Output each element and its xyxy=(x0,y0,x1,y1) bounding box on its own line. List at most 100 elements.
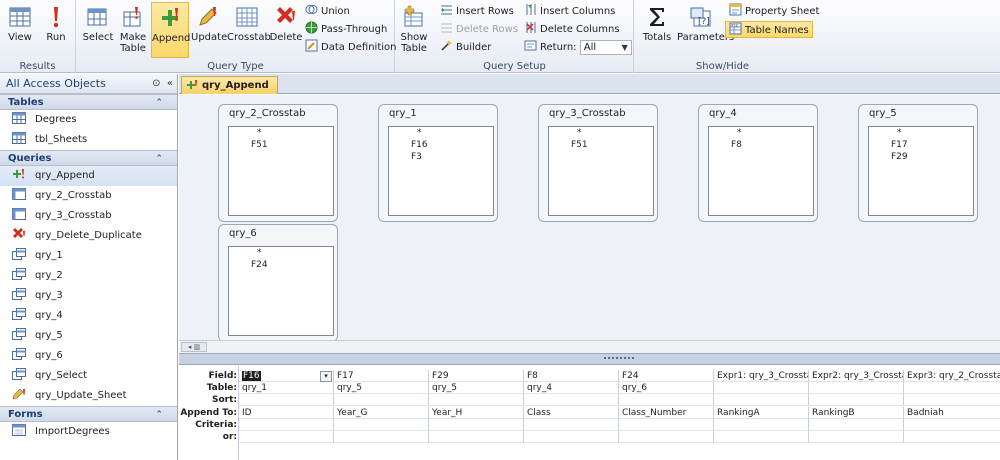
field-list-item[interactable]: F51 xyxy=(549,139,653,151)
field-list-qry-1[interactable]: qry_1 * F16 F3 xyxy=(378,104,498,222)
grid-criteria-cell[interactable] xyxy=(619,419,714,431)
grid-sort-cell[interactable] xyxy=(334,394,429,406)
grid-append-to-cell[interactable]: Year_H xyxy=(429,407,524,419)
grid-field-cell[interactable]: Expr2: qry_3_Crosstab xyxy=(809,370,904,382)
view-button[interactable]: View xyxy=(4,2,36,58)
grid-sort-cell[interactable] xyxy=(809,394,904,406)
union-button[interactable]: Union xyxy=(305,3,350,20)
nav-item-qry-3-crosstab[interactable]: qry_3_Crosstab xyxy=(0,206,177,226)
nav-item-qry-5[interactable]: qry_5 xyxy=(0,326,177,346)
grid-field-cell[interactable]: F24 xyxy=(619,370,714,382)
nav-item-qry-6[interactable]: qry_6 xyxy=(0,346,177,366)
field-list-item[interactable]: F24 xyxy=(229,259,333,271)
field-list-title[interactable]: qry_1 xyxy=(379,105,497,123)
field-list-title[interactable]: qry_6 xyxy=(219,225,337,243)
nav-item-qry-1[interactable]: qry_1 xyxy=(0,246,177,266)
grid-table-cell[interactable] xyxy=(809,382,904,394)
grid-or-cell[interactable] xyxy=(429,431,524,443)
grid-criteria-cell[interactable] xyxy=(714,419,809,431)
grid-append-to-cell[interactable]: Class_Number xyxy=(619,407,714,419)
grid-append-to-cell[interactable]: Badniah xyxy=(904,407,1000,419)
grid-or-cell[interactable] xyxy=(904,431,1000,443)
crosstab-query-button[interactable]: Crosstab xyxy=(227,2,271,58)
select-query-button[interactable]: Select xyxy=(81,2,115,58)
grid-or-cell[interactable] xyxy=(714,431,809,443)
nav-item-qry-delete-duplicate[interactable]: qry_Delete_Duplicate xyxy=(0,226,177,246)
field-list-item[interactable]: F8 xyxy=(709,139,813,151)
field-list-item[interactable]: * xyxy=(389,127,493,139)
parameters-button[interactable]: [?] Parameters xyxy=(677,2,734,58)
grid-table-cell[interactable]: qry_1 xyxy=(239,382,334,394)
grid-field-cell[interactable]: Expr1: qry_3_Crosstab xyxy=(714,370,809,382)
delete-columns-button[interactable]: Delete Columns xyxy=(524,21,620,38)
grid-or-cell[interactable] xyxy=(809,431,904,443)
field-list-item[interactable]: * xyxy=(869,127,973,139)
field-list-qry-2-crosstab[interactable]: qry_2_Crosstab * F51 xyxy=(218,104,338,222)
chevron-down-icon[interactable]: ▾ xyxy=(320,371,332,382)
nav-item-degrees[interactable]: Degrees xyxy=(0,110,177,130)
nav-item-qry-append[interactable]: qry_Append xyxy=(0,166,177,186)
shutter-bar-close-icon[interactable]: « xyxy=(167,78,173,89)
grid-criteria-cell[interactable] xyxy=(334,419,429,431)
field-list-title[interactable]: qry_2_Crosstab xyxy=(219,105,337,123)
grid-criteria-cell[interactable] xyxy=(239,419,334,431)
nav-section-tables[interactable]: Tables ⌃ xyxy=(0,94,177,110)
field-list-qry-4[interactable]: qry_4 * F8 xyxy=(698,104,818,222)
delete-query-button[interactable]: Delete xyxy=(269,2,303,58)
append-query-button[interactable]: Append xyxy=(151,2,190,58)
grid-field-cell[interactable]: F29 xyxy=(429,370,524,382)
table-names-button[interactable]: XYZ Table Names xyxy=(725,21,813,38)
field-list-item[interactable]: * xyxy=(229,247,333,259)
grid-table-cell[interactable]: qry_5 xyxy=(334,382,429,394)
grid-field-cell[interactable]: F8 xyxy=(524,370,619,382)
nav-item-qry-2[interactable]: qry_2 xyxy=(0,266,177,286)
delete-rows-button[interactable]: Delete Rows xyxy=(440,21,518,38)
pane-splitter[interactable] xyxy=(179,353,1000,365)
nav-item-qry-4[interactable]: qry_4 xyxy=(0,306,177,326)
grid-append-to-cell[interactable]: Year_G xyxy=(334,407,429,419)
nav-section-queries[interactable]: Queries ⌃ xyxy=(0,150,177,166)
nav-section-forms[interactable]: Forms ⌃ xyxy=(0,406,177,422)
nav-menu-chevron-icon[interactable]: ⊙ xyxy=(152,78,160,89)
grid-or-cell[interactable] xyxy=(524,431,619,443)
grid-append-to-cell[interactable]: RankingB xyxy=(809,407,904,419)
grid-or-cell[interactable] xyxy=(619,431,714,443)
return-dropdown[interactable]: All ▼ xyxy=(579,39,632,55)
nav-item-importdegrees[interactable]: ImportDegrees xyxy=(0,422,177,442)
nav-item-qry-update-sheet[interactable]: qry_Update_Sheet xyxy=(0,386,177,406)
field-list-qry-3-crosstab[interactable]: qry_3_Crosstab * F51 xyxy=(538,104,658,222)
data-definition-button[interactable]: Data Definition xyxy=(305,39,396,56)
field-list-item[interactable]: F16 xyxy=(389,139,493,151)
grid-criteria-cell[interactable] xyxy=(809,419,904,431)
field-list-item[interactable]: * xyxy=(709,127,813,139)
field-list-item[interactable]: F51 xyxy=(229,139,333,151)
grid-sort-cell[interactable] xyxy=(524,394,619,406)
grid-or-cell[interactable] xyxy=(239,431,334,443)
make-table-button[interactable]: Make Table xyxy=(117,2,149,58)
grid-table-cell[interactable]: qry_5 xyxy=(429,382,524,394)
totals-button[interactable]: Totals xyxy=(639,2,675,58)
run-button[interactable]: Run xyxy=(40,2,72,58)
nav-item-qry-2-crosstab[interactable]: qry_2_Crosstab xyxy=(0,186,177,206)
grid-append-to-cell[interactable]: ID xyxy=(239,407,334,419)
grid-field-cell[interactable]: F17 xyxy=(334,370,429,382)
field-list-item[interactable]: F29 xyxy=(869,151,973,163)
grid-sort-cell[interactable] xyxy=(429,394,524,406)
show-table-button[interactable]: Show Table xyxy=(396,2,432,58)
nav-item-qry-3[interactable]: qry_3 xyxy=(0,286,177,306)
field-list-item[interactable]: F17 xyxy=(869,139,973,151)
grid-sort-cell[interactable] xyxy=(904,394,1000,406)
pass-through-button[interactable]: Pass-Through xyxy=(305,21,387,38)
field-list-item[interactable]: F3 xyxy=(389,151,493,163)
nav-pane-header[interactable]: All Access Objects ⊙ « xyxy=(0,74,177,94)
field-list-title[interactable]: qry_5 xyxy=(859,105,977,123)
grid-append-to-cell[interactable]: Class xyxy=(524,407,619,419)
field-list-item[interactable]: * xyxy=(549,127,653,139)
field-list-qry-6[interactable]: qry_6 * F24 xyxy=(218,224,338,340)
field-list-item[interactable]: * xyxy=(229,127,333,139)
grid-table-cell[interactable] xyxy=(904,382,1000,394)
insert-rows-button[interactable]: Insert Rows xyxy=(440,3,514,20)
scroll-left-icon[interactable]: ◂ ▥ xyxy=(181,342,207,352)
update-query-button[interactable]: Update xyxy=(191,2,227,58)
property-sheet-button[interactable]: Property Sheet xyxy=(729,3,819,20)
